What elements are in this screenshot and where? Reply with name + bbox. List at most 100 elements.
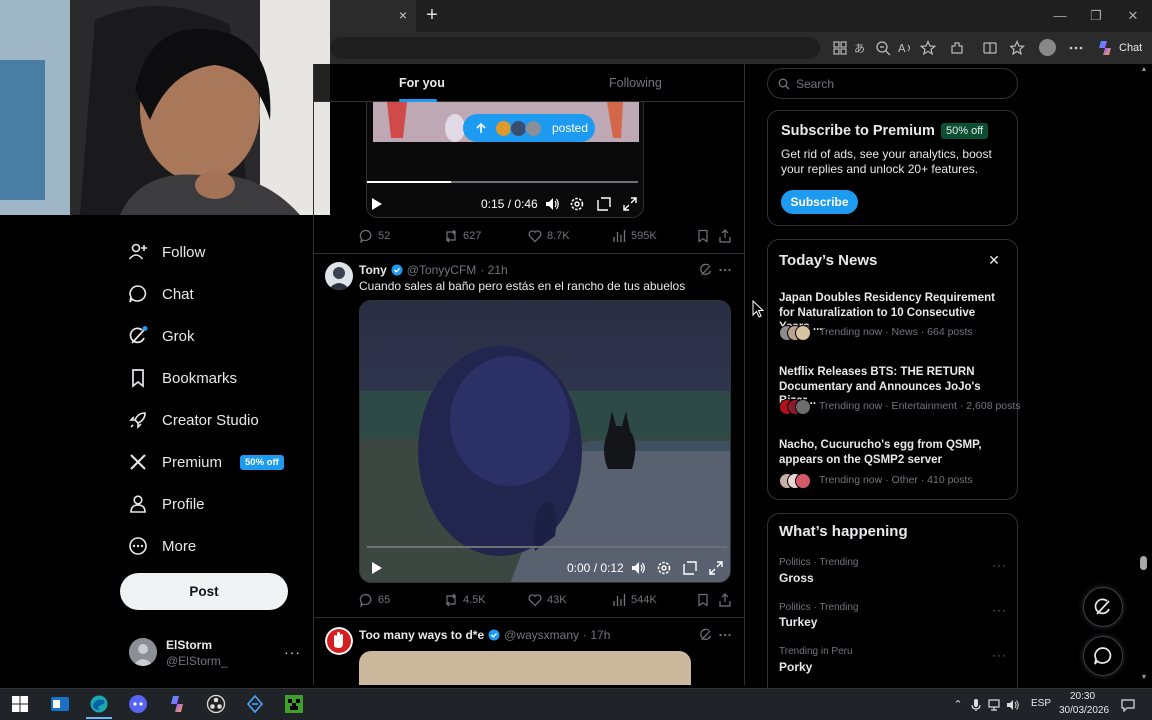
close-window-button[interactable]: ✕ [1125, 8, 1141, 24]
nav-premium[interactable]: Premium 50% off [128, 447, 284, 477]
premium-card-title: Subscribe to Premium [781, 123, 935, 139]
play-icon[interactable] [368, 560, 384, 576]
minimize-button[interactable]: — [1052, 8, 1068, 24]
grok-float-button[interactable] [1083, 587, 1123, 627]
microphone-icon[interactable] [969, 698, 983, 712]
minecraft-app-icon[interactable] [284, 694, 304, 714]
windows-start-icon[interactable] [10, 694, 30, 714]
address-bar[interactable] [330, 37, 820, 59]
subscribe-button[interactable]: Subscribe [781, 190, 858, 214]
favorite-star-icon[interactable] [920, 40, 936, 56]
zoom-icon[interactable] [875, 40, 891, 56]
nav-grok[interactable]: Grok [128, 321, 195, 351]
share-icon[interactable] [718, 593, 732, 607]
trend-name[interactable]: Turkey [779, 615, 817, 629]
notifications-icon[interactable] [1121, 698, 1135, 712]
translate-icon[interactable]: あ [853, 40, 869, 56]
account-avatar[interactable] [129, 638, 157, 666]
input-language[interactable]: ESP [1031, 698, 1051, 709]
clock-date[interactable]: 30/03/2026 [1059, 705, 1109, 716]
post-3-media[interactable] [359, 651, 691, 685]
new-tab-button[interactable]: + [424, 5, 440, 25]
split-screen-icon[interactable] [982, 40, 998, 56]
like-button[interactable]: 43K [528, 593, 567, 607]
share-icon[interactable] [718, 229, 732, 243]
obs-app-icon[interactable] [206, 694, 226, 714]
extensions-icon[interactable] [949, 40, 965, 56]
settings-gear-icon[interactable] [656, 560, 672, 576]
repost-button[interactable]: 4.5K [444, 593, 486, 607]
grok-icon[interactable] [699, 628, 713, 642]
post-2-author[interactable]: Tony @TonyyCFM · 21h [359, 263, 508, 277]
bookmark-icon[interactable] [696, 593, 710, 607]
reply-button[interactable]: 52 [359, 229, 390, 243]
nav-bookmarks[interactable]: Bookmarks [128, 363, 237, 393]
bookmark-icon[interactable] [696, 229, 710, 243]
play-icon[interactable] [368, 196, 384, 212]
messages-float-button[interactable] [1083, 636, 1123, 676]
network-icon[interactable] [987, 698, 1001, 712]
post-more-icon[interactable] [718, 628, 732, 642]
picture-in-picture-icon[interactable] [682, 560, 698, 576]
post-3-avatar[interactable] [325, 627, 353, 655]
browser-menu-icon[interactable] [1068, 40, 1084, 56]
news-item-headline[interactable]: Nacho, Cucurucho's egg from QSMP, appear… [779, 438, 1007, 467]
nav-grok-label: Grok [162, 327, 195, 345]
views-button[interactable]: 595K [612, 229, 657, 243]
views-button[interactable]: 544K [612, 593, 657, 607]
nav-chat[interactable]: Chat [128, 279, 194, 309]
page-scrollbar[interactable] [1136, 64, 1152, 685]
trend-more-button[interactable]: ··· [992, 558, 1007, 572]
nav-creator-studio[interactable]: Creator Studio [128, 405, 259, 435]
grok-icon[interactable] [699, 263, 713, 277]
scrollbar-thumb[interactable] [1140, 556, 1147, 570]
read-aloud-icon[interactable]: A [898, 40, 914, 56]
tab-following[interactable]: Following [609, 76, 662, 90]
close-icon[interactable]: ✕ [987, 253, 1001, 267]
verified-badge-icon [391, 264, 403, 276]
volume-tray-icon[interactable] [1006, 698, 1020, 712]
outlook-app-icon[interactable] [50, 694, 70, 714]
settings-gear-icon[interactable] [569, 196, 585, 212]
restore-button[interactable]: ❐ [1088, 8, 1104, 24]
post-3-author[interactable]: Too many ways to d*e @waysxmany · 17h [359, 628, 610, 642]
trend-name[interactable]: Gross [779, 571, 814, 585]
video-progress-track[interactable] [367, 546, 727, 548]
nav-follow[interactable]: Follow [128, 237, 205, 267]
trend-name[interactable]: Porky [779, 660, 812, 674]
scroll-up-arrow[interactable]: ▲ [1139, 66, 1149, 74]
post-button[interactable]: Post [120, 573, 288, 610]
edge-browser-icon[interactable] [89, 694, 109, 714]
post-more-icon[interactable] [718, 263, 732, 277]
search-input[interactable]: Search [767, 68, 1018, 99]
trend-more-button[interactable]: ··· [992, 603, 1007, 617]
copilot-app-icon[interactable] [167, 694, 187, 714]
copilot-chat-button[interactable]: Chat [1096, 38, 1142, 58]
tab-close-button[interactable]: × [396, 8, 410, 22]
post-2-video[interactable] [359, 300, 731, 583]
favorites-icon[interactable] [1010, 40, 1026, 56]
volume-icon[interactable] [544, 196, 560, 212]
repost-button[interactable]: 627 [444, 229, 481, 243]
fullscreen-icon[interactable] [708, 560, 724, 576]
volume-icon[interactable] [630, 560, 646, 576]
discord-app-icon[interactable] [128, 694, 148, 714]
post-2-avatar[interactable] [325, 262, 353, 290]
new-posts-pill[interactable]: posted [463, 114, 595, 142]
apps-icon[interactable] [832, 40, 848, 56]
scroll-down-arrow[interactable]: ▼ [1139, 674, 1149, 682]
video-time: 0:15 / 0:46 [481, 197, 538, 211]
trend-more-button[interactable]: ··· [992, 648, 1007, 662]
app-launcher-icon[interactable] [245, 694, 265, 714]
tray-expand-icon[interactable]: ⌃ [951, 698, 965, 712]
tab-for-you[interactable]: For you [399, 76, 445, 90]
nav-more[interactable]: More [128, 531, 196, 561]
browser-profile-avatar[interactable] [1039, 39, 1056, 56]
account-more-button[interactable]: ··· [284, 644, 301, 660]
clock-time[interactable]: 20:30 [1070, 691, 1095, 702]
reply-button[interactable]: 65 [359, 593, 390, 607]
picture-in-picture-icon[interactable] [596, 196, 612, 212]
nav-profile[interactable]: Profile [128, 489, 205, 519]
fullscreen-icon[interactable] [622, 196, 638, 212]
like-button[interactable]: 8.7K [528, 229, 570, 243]
